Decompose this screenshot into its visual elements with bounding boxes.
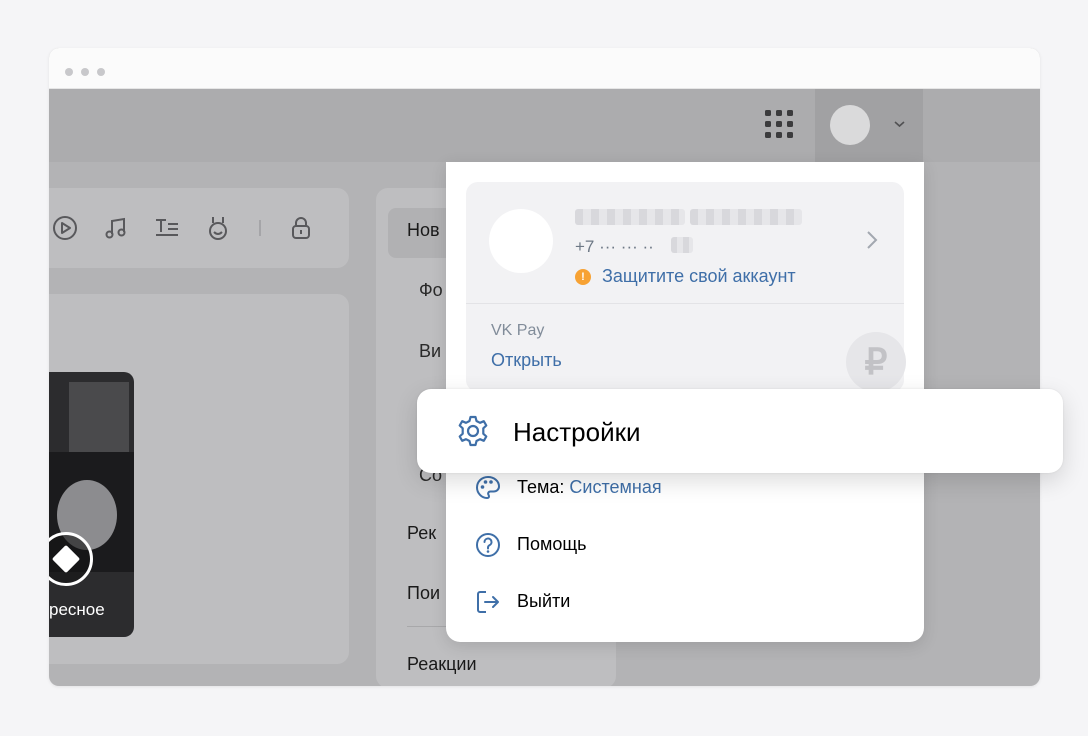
vkpay-label: VK Pay — [491, 322, 545, 339]
window-titlebar — [49, 48, 1040, 89]
text-format-icon[interactable] — [153, 214, 181, 242]
menu-item-news[interactable]: Нов — [407, 220, 440, 241]
lock-icon[interactable] — [287, 214, 315, 242]
theme-label: Тема: — [517, 477, 565, 497]
ruble-icon: ₽ — [846, 332, 906, 392]
menu-item-videos[interactable]: Ви — [419, 341, 441, 362]
protect-account-link[interactable]: Защитите свой аккаунт — [602, 266, 796, 287]
menu-item-search[interactable]: Пои — [407, 583, 440, 604]
menu-item-photos[interactable]: Фо — [419, 280, 443, 301]
help-icon — [474, 531, 502, 559]
settings-menu-item[interactable]: Настройки — [417, 389, 1063, 473]
menu-item-recommendations[interactable]: Рек — [407, 523, 436, 544]
story-card[interactable]: ресное — [49, 372, 134, 637]
settings-label: Настройки — [513, 417, 641, 447]
window-dot[interactable] — [97, 68, 105, 76]
account-card[interactable]: +7 ··· ··· ·· ! Защитите свой аккаунт VK… — [466, 182, 906, 392]
window-dot[interactable] — [81, 68, 89, 76]
stories-block: ресное — [49, 294, 349, 664]
blurred-name — [575, 209, 685, 225]
post-composer — [49, 188, 349, 268]
window-dot[interactable] — [65, 68, 73, 76]
profile-menu-trigger[interactable] — [815, 89, 923, 162]
apps-grid-icon[interactable] — [762, 107, 796, 141]
gear-icon — [455, 413, 491, 449]
warning-icon: ! — [575, 269, 591, 285]
logout-label: Выйти — [517, 591, 571, 611]
logout-icon — [474, 588, 502, 616]
music-icon[interactable] — [102, 214, 130, 242]
avatar — [830, 105, 870, 145]
blurred-surname — [690, 209, 802, 225]
help-label: Помощь — [517, 534, 587, 554]
vkpay-open-link[interactable]: Открыть — [491, 350, 562, 371]
blurred-phone — [671, 237, 693, 253]
chevron-down-icon — [894, 119, 905, 131]
phone-number: +7 ··· ··· ·· — [575, 237, 654, 256]
chevron-right-icon — [866, 230, 878, 250]
story-label: ресное — [49, 600, 105, 619]
site-header — [49, 89, 1040, 162]
video-play-icon[interactable] — [51, 214, 79, 242]
emoji-icon[interactable] — [204, 214, 232, 242]
palette-icon — [474, 474, 502, 502]
divider — [259, 220, 261, 236]
avatar — [489, 209, 553, 273]
divider — [466, 303, 904, 304]
menu-item-reactions[interactable]: Реакции — [407, 654, 477, 675]
theme-value: Системная — [569, 477, 662, 497]
story-image — [69, 382, 129, 462]
